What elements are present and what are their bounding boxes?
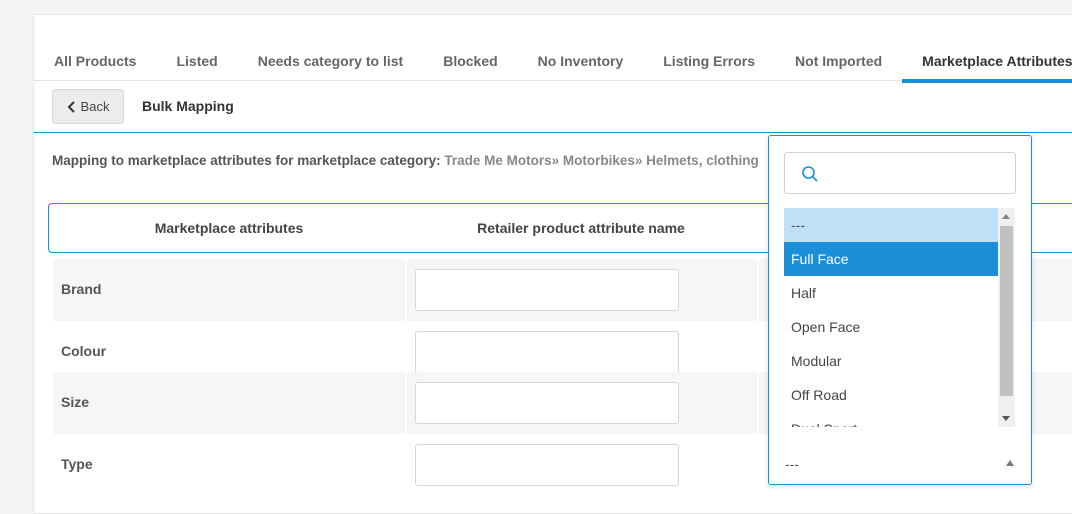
toolbar: Back Bulk Mapping: [34, 81, 1072, 133]
tab-bar: All Products Listed Needs category to li…: [34, 51, 1072, 83]
tab-listing-errors[interactable]: Listing Errors: [643, 51, 775, 81]
attribute-label: Size: [53, 372, 405, 434]
brand-input[interactable]: [415, 269, 679, 311]
attribute-label: Brand: [53, 259, 405, 321]
tab-blocked[interactable]: Blocked: [423, 51, 517, 81]
back-button-label: Back: [80, 99, 110, 114]
dropdown-option[interactable]: Off Road: [784, 378, 998, 412]
search-icon: [802, 166, 818, 182]
dropdown-options-list: --- Full Face Half Open Face Modular Off…: [784, 208, 1016, 427]
scrollbar-thumb[interactable]: [1000, 226, 1013, 396]
dropdown-option[interactable]: Open Face: [784, 310, 998, 344]
tab-needs-category[interactable]: Needs category to list: [238, 51, 424, 81]
back-button[interactable]: Back: [52, 89, 124, 124]
dropdown-search-input[interactable]: [827, 161, 1007, 185]
dropdown-option[interactable]: Full Face: [784, 242, 998, 276]
dropdown-option[interactable]: Modular: [784, 344, 998, 378]
type-input[interactable]: [415, 444, 679, 486]
attribute-input-cell: [407, 372, 757, 434]
category-path: Trade Me Motors» Motorbikes» Helmets, cl…: [444, 153, 759, 168]
mapping-prefix: Mapping to marketplace attributes for ma…: [52, 153, 441, 168]
dropdown-scrollbar[interactable]: [998, 208, 1015, 427]
mapping-description: Mapping to marketplace attributes for ma…: [52, 153, 759, 168]
dropdown-option[interactable]: Dual Sport: [784, 412, 998, 427]
type-value-dropdown[interactable]: --- Full Face Half Open Face Modular Off…: [768, 135, 1032, 485]
caret-up-icon[interactable]: [1006, 460, 1014, 466]
attribute-label: Type: [61, 456, 93, 472]
colour-input[interactable]: [415, 331, 679, 373]
dropdown-current-value[interactable]: ---: [785, 456, 799, 472]
attribute-input-cell: [407, 434, 757, 496]
chevron-left-icon: [67, 100, 75, 113]
size-input[interactable]: [415, 382, 679, 424]
column-header-retailer-attribute: Retailer product attribute name: [477, 220, 685, 236]
tab-listed[interactable]: Listed: [156, 51, 237, 81]
tab-not-imported[interactable]: Not Imported: [775, 51, 902, 81]
page-title: Bulk Mapping: [142, 98, 234, 114]
tab-no-inventory[interactable]: No Inventory: [518, 51, 644, 81]
scroll-down-icon[interactable]: [1002, 416, 1010, 421]
dropdown-option[interactable]: ---: [784, 208, 998, 242]
dropdown-search[interactable]: [784, 152, 1016, 194]
attribute-input-cell: [407, 259, 757, 321]
dropdown-option[interactable]: Half: [784, 276, 998, 310]
column-header-marketplace-attributes: Marketplace attributes: [154, 220, 304, 236]
scroll-up-icon[interactable]: [1002, 214, 1010, 219]
tab-marketplace-attributes[interactable]: Marketplace Attributes: [902, 51, 1072, 83]
tab-all-products[interactable]: All Products: [34, 51, 156, 81]
